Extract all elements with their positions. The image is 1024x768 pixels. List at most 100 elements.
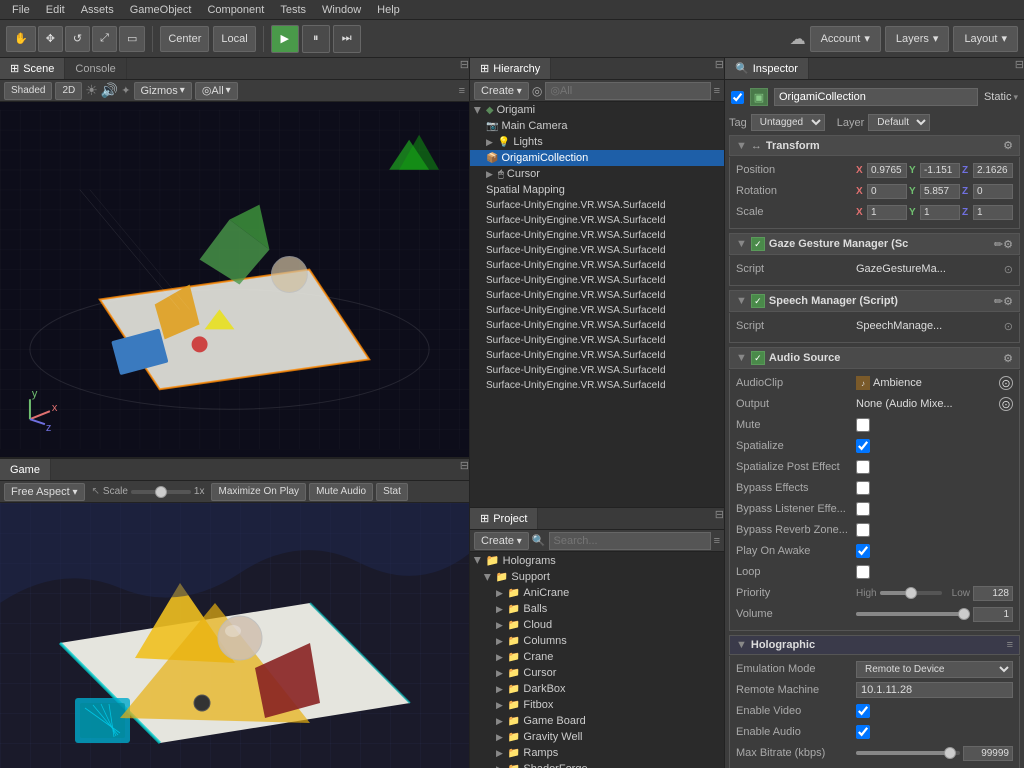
pause-button[interactable]: ⏸ [302, 25, 330, 53]
menu-window[interactable]: Window [314, 2, 369, 18]
audio-active-checkbox[interactable]: ✓ [751, 351, 765, 365]
project-item-fitbox[interactable]: ▶ 📁 Fitbox [470, 697, 724, 713]
pos-x-input[interactable] [867, 163, 907, 178]
hierarchy-item-surface-3[interactable]: Surface-UnityEngine.VR.WSA.SurfaceId [470, 228, 724, 243]
speech-edit-icon[interactable]: ✏ [994, 295, 1003, 308]
project-item-columns[interactable]: ▶ 📁 Columns [470, 633, 724, 649]
local-button[interactable]: Local [213, 26, 255, 52]
hierarchy-item-surface-7[interactable]: Surface-UnityEngine.VR.WSA.SurfaceId [470, 288, 724, 303]
max-bitrate-slider[interactable] [856, 751, 960, 755]
max-bitrate-value-input[interactable] [963, 746, 1013, 761]
scale-slider[interactable] [131, 490, 191, 494]
gaze-script-circle-icon[interactable]: ⊙ [1004, 263, 1013, 276]
maximize-button[interactable]: Maximize On Play [211, 483, 306, 501]
project-item-cursor[interactable]: ▶ 📁 Cursor [470, 665, 724, 681]
hierarchy-item-lights[interactable]: ▶ 💡 Lights [470, 134, 724, 150]
scene-panel-menu[interactable]: ≡ [459, 85, 465, 97]
inspector-tab[interactable]: 🔍 Inspector [725, 58, 809, 79]
play-on-awake-checkbox[interactable] [856, 544, 870, 558]
scene-tab[interactable]: ⊞ Scene [0, 58, 65, 79]
layers-button[interactable]: Layers ▾ [885, 26, 950, 52]
enable-audio-checkbox[interactable] [856, 725, 870, 739]
menu-file[interactable]: File [4, 2, 38, 18]
game-canvas[interactable] [0, 503, 469, 768]
rotate-tool-button[interactable]: ↺ [65, 26, 90, 52]
pos-y-input[interactable] [920, 163, 960, 178]
speech-settings-icon[interactable]: ⚙ [1003, 295, 1013, 308]
hierarchy-item-surface-9[interactable]: Surface-UnityEngine.VR.WSA.SurfaceId [470, 318, 724, 333]
2d-button[interactable]: 2D [55, 82, 82, 100]
volume-slider[interactable] [856, 612, 970, 616]
all-button[interactable]: ◎All ▾ [195, 82, 238, 100]
scene-panel-collapse[interactable]: ⊟ [460, 58, 469, 79]
spatialize-checkbox[interactable] [856, 439, 870, 453]
hierarchy-item-surface-1[interactable]: Surface-UnityEngine.VR.WSA.SurfaceId [470, 198, 724, 213]
priority-slider[interactable] [880, 591, 942, 595]
hierarchy-item-surface-2[interactable]: Surface-UnityEngine.VR.WSA.SurfaceId [470, 213, 724, 228]
project-menu-icon[interactable]: ≡ [714, 535, 720, 547]
audioclip-select-icon[interactable]: ⊙ [999, 376, 1013, 390]
output-select-icon[interactable]: ⊙ [999, 397, 1013, 411]
hierarchy-tab[interactable]: ⊞ Hierarchy [470, 58, 551, 79]
object-active-checkbox[interactable] [731, 91, 744, 104]
sun-icon[interactable]: ☀ [85, 82, 98, 99]
center-button[interactable]: Center [160, 26, 209, 52]
transform-settings-icon[interactable]: ⚙ [1003, 139, 1013, 152]
project-item-balls[interactable]: ▶ 📁 Balls [470, 601, 724, 617]
move-tool-button[interactable]: ✥ [38, 26, 63, 52]
enable-video-checkbox[interactable] [856, 704, 870, 718]
scale-z-input[interactable] [973, 205, 1013, 220]
speech-script-circle-icon[interactable]: ⊙ [1004, 320, 1013, 333]
mute-checkbox[interactable] [856, 418, 870, 432]
effects-icon[interactable]: ✦ [121, 84, 130, 97]
hierarchy-item-surface-10[interactable]: Surface-UnityEngine.VR.WSA.SurfaceId [470, 333, 724, 348]
hierarchy-item-surface-5[interactable]: Surface-UnityEngine.VR.WSA.SurfaceId [470, 258, 724, 273]
tag-dropdown[interactable]: Untagged [751, 114, 825, 131]
holographic-menu-icon[interactable]: ≡ [1007, 639, 1013, 651]
hierarchy-item-surface-12[interactable]: Surface-UnityEngine.VR.WSA.SurfaceId [470, 363, 724, 378]
inspector-collapse[interactable]: ⊟ [1015, 58, 1024, 79]
emulation-dropdown[interactable]: Remote to Device [856, 661, 1013, 678]
volume-value-input[interactable] [973, 607, 1013, 622]
free-aspect-button[interactable]: Free Aspect ▾ [4, 483, 85, 501]
step-button[interactable]: ⏭ [333, 25, 361, 53]
bypass-listener-checkbox[interactable] [856, 502, 870, 516]
menu-edit[interactable]: Edit [38, 2, 73, 18]
audio-icon[interactable]: 🔊 [101, 82, 118, 99]
hierarchy-item-spatial[interactable]: Spatial Mapping [470, 182, 724, 198]
cloud-icon[interactable]: ☁ [790, 29, 806, 49]
scale-y-input[interactable] [920, 205, 960, 220]
loop-checkbox[interactable] [856, 565, 870, 579]
project-item-holograms[interactable]: ▶ 📁 Holograms [470, 552, 724, 569]
hierarchy-item-cursor[interactable]: ▶ 🖱 Cursor [470, 166, 724, 182]
gaze-edit-icon[interactable]: ✏ [994, 238, 1003, 251]
gaze-manager-header[interactable]: ▼ ✓ Gaze Gesture Manager (Sc ✏ ⚙ [729, 233, 1020, 255]
holographic-header[interactable]: ▼ Holographic ≡ [729, 635, 1020, 655]
audio-settings-icon[interactable]: ⚙ [1003, 352, 1013, 365]
hierarchy-item-surface-11[interactable]: Surface-UnityEngine.VR.WSA.SurfaceId [470, 348, 724, 363]
hierarchy-item-surface-4[interactable]: Surface-UnityEngine.VR.WSA.SurfaceId [470, 243, 724, 258]
hierarchy-menu-icon[interactable]: ≡ [714, 85, 720, 97]
game-panel-collapse[interactable]: ⊟ [460, 459, 469, 480]
hand-tool-button[interactable]: ✋ [6, 26, 36, 52]
speech-active-checkbox[interactable]: ✓ [751, 294, 765, 308]
hierarchy-search-input[interactable] [545, 82, 710, 100]
project-item-gameboard[interactable]: ▶ 📁 Game Board [470, 713, 724, 729]
hierarchy-item-surface-8[interactable]: Surface-UnityEngine.VR.WSA.SurfaceId [470, 303, 724, 318]
gaze-settings-icon[interactable]: ⚙ [1003, 238, 1013, 251]
bypass-effects-checkbox[interactable] [856, 481, 870, 495]
hierarchy-item-maincamera[interactable]: 📷 Main Camera [470, 118, 724, 134]
scale-x-input[interactable] [867, 205, 907, 220]
hierarchy-item-surface-6[interactable]: Surface-UnityEngine.VR.WSA.SurfaceId [470, 273, 724, 288]
menu-help[interactable]: Help [369, 2, 408, 18]
play-button[interactable]: ▶ [271, 25, 299, 53]
project-create-button[interactable]: Create ▾ [474, 532, 529, 550]
audio-source-header[interactable]: ▼ ✓ Audio Source ⚙ [729, 347, 1020, 369]
project-item-anicrane[interactable]: ▶ 📁 AniCrane [470, 585, 724, 601]
project-collapse[interactable]: ⊟ [715, 508, 724, 529]
transform-header[interactable]: ▼ ↔ Transform ⚙ [729, 135, 1020, 156]
menu-gameobject[interactable]: GameObject [122, 2, 200, 18]
hierarchy-item-origami[interactable]: ▶ ◆ Origami [470, 102, 724, 118]
pos-z-input[interactable] [973, 163, 1013, 178]
shaded-button[interactable]: Shaded [4, 82, 52, 100]
